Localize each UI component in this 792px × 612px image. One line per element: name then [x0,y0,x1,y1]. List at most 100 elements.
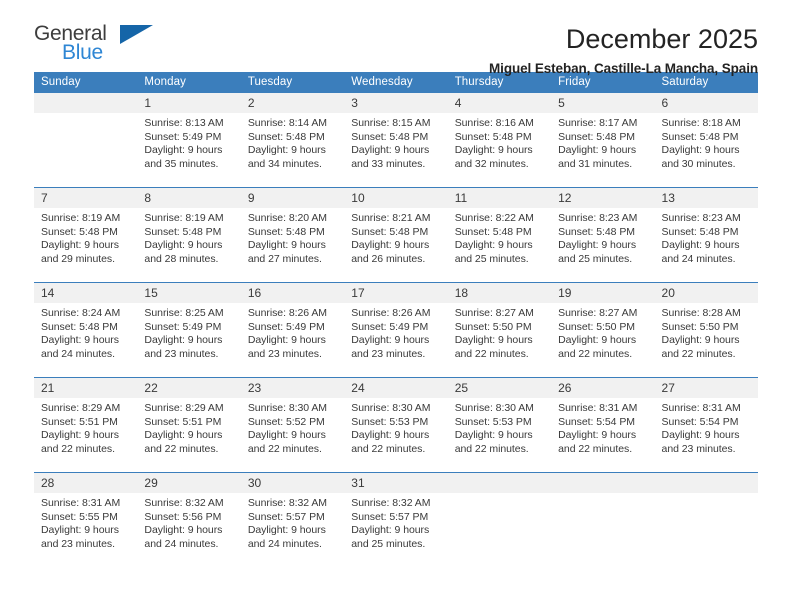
day-daylight-text: and 24 minutes. [144,537,219,550]
day-cell[interactable]: Sunrise: 8:30 AM Sunset: 5:53 PM Daylight:… [344,398,448,473]
day-sunrise-text: Sunrise: 8:31 AM [41,497,121,509]
day-number[interactable]: 6 [654,93,758,113]
day-cell[interactable]: Sunrise: 8:30 AM Sunset: 5:52 PM Daylight:… [240,398,345,473]
day-cell-empty [654,493,758,567]
day-number[interactable]: 14 [34,282,138,303]
day-sunset-text: Sunset: 5:51 PM [144,415,222,428]
day-cell[interactable]: Sunrise: 8:19 AM Sunset: 5:48 PM Daylight:… [34,208,138,283]
day-sunset-text: Sunset: 5:57 PM [351,510,429,523]
day-daylight-text: and 22 minutes. [41,442,115,455]
day-number[interactable]: 13 [654,187,758,208]
day-number[interactable]: 9 [240,187,345,208]
day-daylight-text: and 23 minutes. [144,347,219,360]
day-cell[interactable]: Sunrise: 8:23 AM Sunset: 5:48 PM Daylight:… [654,208,758,283]
day-daylight-text: Daylight: 9 hours [351,334,430,347]
day-daylight-text: and 22 minutes. [247,442,322,455]
day-number[interactable]: 12 [551,187,655,208]
day-number[interactable]: 17 [344,282,448,303]
day-number[interactable]: 10 [344,187,448,208]
day-number[interactable]: 29 [137,472,241,493]
logo-text-blue: Blue [62,41,103,64]
day-cell[interactable]: Sunrise: 8:30 AM Sunset: 5:53 PM Daylight:… [447,398,552,473]
day-daylight-text: and 23 minutes. [41,537,115,550]
day-number[interactable]: 28 [34,472,138,493]
day-number[interactable]: 25 [447,377,552,398]
day-cell[interactable]: Sunrise: 8:23 AM Sunset: 5:48 PM Daylight:… [551,208,655,283]
day-sunset-text: Sunset: 5:53 PM [454,415,532,428]
day-number[interactable]: 31 [344,472,448,493]
day-sunrise-text: Sunrise: 8:25 AM [144,307,224,319]
calendar-grid: Sunday Monday Tuesday Wednesday Thursday… [34,72,758,567]
day-number[interactable]: 21 [34,377,138,398]
week-row-details: Sunrise: 8:13 AM Sunset: 5:49 PM Daylight:… [34,113,758,188]
day-daylight-text: and 32 minutes. [454,157,529,170]
day-cell[interactable]: Sunrise: 8:19 AM Sunset: 5:48 PM Daylight:… [137,208,241,283]
day-number[interactable]: 15 [137,282,241,303]
day-cell[interactable]: Sunrise: 8:31 AM Sunset: 5:54 PM Daylight:… [551,398,655,473]
day-sunrise-text: Sunrise: 8:32 AM [351,497,431,509]
day-number[interactable]: 11 [447,187,552,208]
day-sunset-text: Sunset: 5:55 PM [41,510,118,523]
day-number[interactable]: 1 [137,93,241,113]
day-number-empty [34,93,138,113]
day-daylight-text: Daylight: 9 hours [558,144,637,157]
day-cell[interactable]: Sunrise: 8:24 AM Sunset: 5:48 PM Daylight:… [34,303,138,378]
day-cell[interactable]: Sunrise: 8:31 AM Sunset: 5:55 PM Daylight:… [34,493,138,567]
day-number[interactable]: 4 [447,93,552,113]
day-cell[interactable]: Sunrise: 8:27 AM Sunset: 5:50 PM Daylight:… [447,303,552,378]
day-number[interactable]: 5 [551,93,655,113]
day-cell[interactable]: Sunrise: 8:13 AM Sunset: 5:49 PM Daylight:… [137,113,241,188]
day-cell[interactable]: Sunrise: 8:14 AM Sunset: 5:48 PM Daylight:… [240,113,345,188]
day-cell[interactable]: Sunrise: 8:15 AM Sunset: 5:48 PM Daylight:… [344,113,448,188]
day-number[interactable]: 26 [551,377,655,398]
day-number[interactable]: 18 [447,282,552,303]
day-sunset-text: Sunset: 5:48 PM [351,225,429,238]
day-daylight-text: Daylight: 9 hours [454,239,533,252]
day-daylight-text: Daylight: 9 hours [454,144,533,157]
day-daylight-text: and 23 minutes. [351,347,426,360]
day-number[interactable]: 2 [240,93,345,113]
day-number[interactable]: 30 [240,472,345,493]
day-cell[interactable]: Sunrise: 8:27 AM Sunset: 5:50 PM Daylight:… [551,303,655,378]
day-daylight-text: Daylight: 9 hours [661,334,740,347]
day-daylight-text: Daylight: 9 hours [661,239,740,252]
day-cell[interactable]: Sunrise: 8:31 AM Sunset: 5:54 PM Daylight:… [654,398,758,473]
day-daylight-text: Daylight: 9 hours [558,429,637,442]
day-cell[interactable]: Sunrise: 8:21 AM Sunset: 5:48 PM Daylight:… [344,208,448,283]
day-cell[interactable]: Sunrise: 8:22 AM Sunset: 5:48 PM Daylight:… [447,208,552,283]
day-cell[interactable]: Sunrise: 8:32 AM Sunset: 5:57 PM Daylight:… [344,493,448,567]
day-cell[interactable]: Sunrise: 8:29 AM Sunset: 5:51 PM Daylight:… [34,398,138,473]
day-number[interactable]: 16 [240,282,345,303]
day-cell[interactable]: Sunrise: 8:26 AM Sunset: 5:49 PM Daylight:… [240,303,345,378]
day-sunrise-text: Sunrise: 8:20 AM [247,212,328,224]
day-number[interactable]: 8 [137,187,241,208]
day-number[interactable]: 23 [240,377,345,398]
day-cell[interactable]: Sunrise: 8:18 AM Sunset: 5:48 PM Daylight:… [654,113,758,188]
day-sunrise-text: Sunrise: 8:28 AM [661,307,741,319]
generalblue-logo[interactable]: General Blue [34,22,154,68]
weekday-header-sunday: Sunday [34,72,138,93]
day-sunrise-text: Sunrise: 8:32 AM [144,497,224,509]
day-cell[interactable]: Sunrise: 8:20 AM Sunset: 5:48 PM Daylight:… [240,208,345,283]
day-daylight-text: Daylight: 9 hours [247,144,326,157]
day-cell[interactable]: Sunrise: 8:32 AM Sunset: 5:57 PM Daylight:… [240,493,345,567]
day-daylight-text: Daylight: 9 hours [351,144,430,157]
day-cell[interactable]: Sunrise: 8:29 AM Sunset: 5:51 PM Daylight:… [137,398,241,473]
day-cell[interactable]: Sunrise: 8:28 AM Sunset: 5:50 PM Daylight:… [654,303,758,378]
day-number[interactable]: 22 [137,377,241,398]
day-cell[interactable]: Sunrise: 8:17 AM Sunset: 5:48 PM Daylight:… [551,113,655,188]
day-number[interactable]: 7 [34,187,138,208]
day-number[interactable]: 19 [551,282,655,303]
day-number[interactable]: 3 [344,93,448,113]
day-cell[interactable]: Sunrise: 8:26 AM Sunset: 5:49 PM Daylight:… [344,303,448,378]
day-cell[interactable]: Sunrise: 8:25 AM Sunset: 5:49 PM Daylight:… [137,303,241,378]
day-number[interactable]: 24 [344,377,448,398]
day-number[interactable]: 27 [654,377,758,398]
day-daylight-text: Daylight: 9 hours [247,524,326,537]
day-cell[interactable]: Sunrise: 8:16 AM Sunset: 5:48 PM Daylight:… [447,113,552,188]
day-daylight-text: and 27 minutes. [247,252,322,265]
day-number[interactable]: 20 [654,282,758,303]
day-sunset-text: Sunset: 5:50 PM [558,320,635,333]
day-cell[interactable]: Sunrise: 8:32 AM Sunset: 5:56 PM Daylight:… [137,493,241,567]
day-sunset-text: Sunset: 5:48 PM [454,130,532,143]
